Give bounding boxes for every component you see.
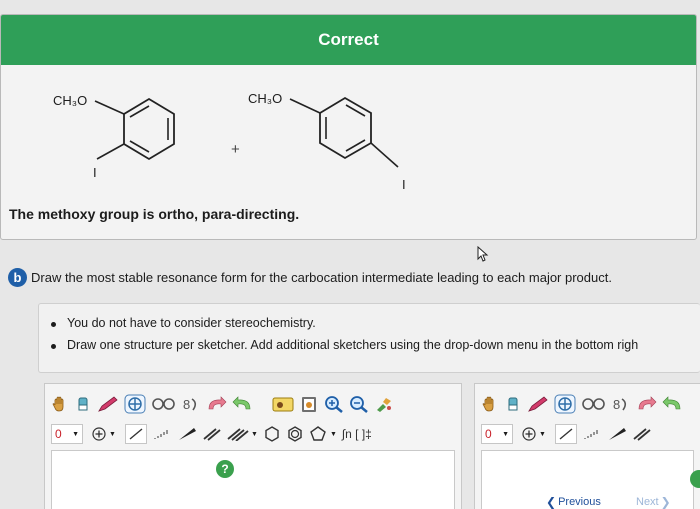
help-button[interactable]: ? (216, 460, 234, 478)
eraser-icon[interactable] (504, 394, 522, 414)
part-b-prompt: b Draw the most stable resonance form fo… (8, 268, 612, 287)
clean-structure-icon[interactable] (374, 394, 394, 414)
sketcher-2: 8 0 ▼ ▼ (474, 383, 700, 509)
ring-icon[interactable] (581, 394, 607, 414)
plus-circle-icon (92, 427, 106, 441)
drawing-canvas[interactable] (51, 450, 455, 509)
charge-selector[interactable]: 0 ▼ (481, 424, 513, 444)
ortho-product-structure: CH₃O I (53, 93, 175, 180)
previous-button[interactable]: ❮ Previous (546, 495, 601, 509)
single-bond-tool[interactable] (125, 424, 147, 444)
instruction-item: You do not have to consider stereochemis… (51, 316, 700, 330)
toolbar-spacer (259, 394, 267, 414)
pencil-icon[interactable] (527, 394, 549, 414)
hashed-bond-tool[interactable] (152, 424, 172, 444)
bracket-tool[interactable]: ∫n [ ]‡ (342, 424, 372, 444)
sketcher-toolbar-bottom: 0 ▼ ▼ (481, 424, 652, 444)
hand-icon[interactable] (51, 394, 69, 414)
sketcher-toolbar-top: 8 (51, 394, 394, 414)
mouse-cursor-icon (477, 246, 489, 262)
next-label: Next (636, 496, 659, 508)
pentagon-tool[interactable]: ▼ (309, 424, 337, 444)
template-icon[interactable] (272, 394, 294, 414)
hashed-bond-tool[interactable] (582, 424, 602, 444)
para-product-structure: CH₃O I (248, 91, 406, 192)
zoom-in-icon[interactable] (324, 394, 344, 414)
sketcher-toolbar-bottom: 0 ▼ ▼ ▼ ▼ ∫n []‡ (51, 424, 372, 444)
zoom-out-icon[interactable] (349, 394, 369, 414)
ortho-substituent-label: CH₃O (53, 93, 87, 108)
wedge-bond-tool[interactable] (607, 424, 627, 444)
atom-icon[interactable] (124, 394, 146, 414)
instructions-box: You do not have to consider stereochemis… (38, 303, 700, 373)
charge-value: 0 (55, 427, 62, 441)
plus-circle-icon (522, 427, 536, 441)
banner-status: Correct (318, 30, 379, 49)
undo-icon[interactable] (635, 394, 657, 414)
positive-charge-selector[interactable]: ▼ (88, 424, 120, 444)
chevron-down-icon: ▼ (109, 430, 116, 438)
previous-label: Previous (558, 496, 601, 508)
feedback-panel: Correct CH₃O I + CH₃O I The methoxy grou… (0, 14, 697, 240)
hexagon-tool[interactable] (263, 424, 281, 444)
double-bond-tool[interactable] (632, 424, 652, 444)
para-substituent-label: CH₃O (248, 91, 282, 106)
triple-bond-tool[interactable]: ▼ (227, 424, 258, 444)
chevron-left-icon: ❮ (546, 495, 557, 509)
positive-charge-selector[interactable]: ▼ (518, 424, 550, 444)
eraser-icon[interactable] (74, 394, 92, 414)
feedback-text: The methoxy group is ortho, para-directi… (9, 206, 300, 222)
redo-icon[interactable] (662, 394, 684, 414)
chevron-down-icon: ▼ (539, 430, 546, 438)
chevron-down-icon: ▼ (251, 430, 258, 438)
chevron-right-icon: ❯ (660, 495, 671, 509)
instruction-item: Draw one structure per sketcher. Add add… (51, 338, 700, 352)
hand-icon[interactable] (481, 394, 499, 414)
svg-text:8: 8 (613, 397, 620, 412)
benzene-tool[interactable] (286, 424, 304, 444)
sketcher-1: 8 0 ▼ ▼ ▼ ▼ ∫n []‡ (44, 383, 462, 509)
plus-sign: + (231, 141, 240, 158)
wedge-bond-tool[interactable] (177, 424, 197, 444)
chain-icon[interactable]: 8 (182, 394, 200, 414)
part-b-text: Draw the most stable resonance form for … (31, 270, 612, 285)
charge-value: 0 (485, 427, 492, 441)
template-labels: ∫n [ ]‡ (341, 427, 372, 441)
chain-icon[interactable]: 8 (612, 394, 630, 414)
next-button[interactable]: Next ❯ (636, 495, 671, 509)
atom-icon[interactable] (554, 394, 576, 414)
instruction-list: You do not have to consider stereochemis… (51, 316, 700, 352)
part-badge: b (8, 268, 27, 287)
single-bond-tool[interactable] (555, 424, 577, 444)
pencil-icon[interactable] (97, 394, 119, 414)
chevron-down-icon: ▼ (502, 430, 509, 438)
redo-icon[interactable] (232, 394, 254, 414)
clipboard-icon[interactable] (299, 394, 319, 414)
svg-text:8: 8 (183, 397, 190, 412)
correct-banner: Correct (1, 15, 696, 65)
ortho-halogen-label: I (93, 165, 97, 180)
double-bond-tool[interactable] (202, 424, 222, 444)
sketcher-toolbar-top: 8 (481, 394, 684, 414)
para-halogen-label: I (402, 177, 406, 192)
undo-icon[interactable] (205, 394, 227, 414)
ring-icon[interactable] (151, 394, 177, 414)
chevron-down-icon: ▼ (329, 430, 337, 438)
chevron-down-icon: ▼ (72, 430, 79, 438)
charge-selector[interactable]: 0 ▼ (51, 424, 83, 444)
